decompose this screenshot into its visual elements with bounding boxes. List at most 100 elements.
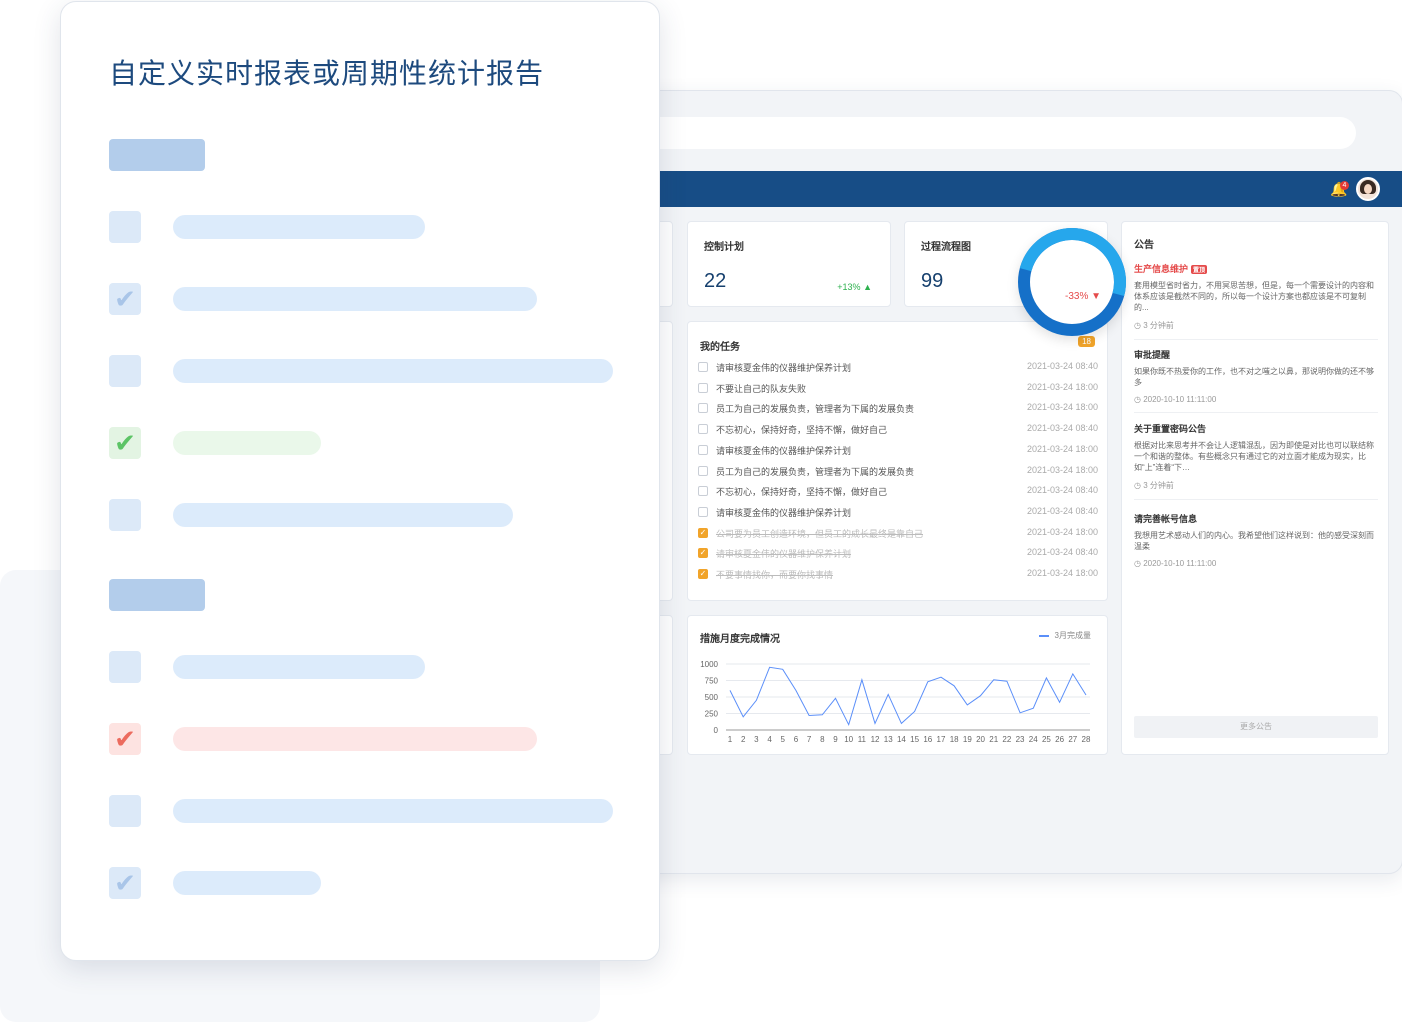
line-chart: 025050075010001 2 3 4 5 6 7 8 9 10 11 12 13 14 15 16 17 1… [700, 660, 1091, 744]
placeholder-bar [173, 799, 613, 823]
x-tick-label: 25 [1042, 735, 1051, 744]
tasks-count-badge: 18 [1078, 336, 1095, 347]
checkbox-empty[interactable] [109, 499, 141, 531]
task-checkbox[interactable] [698, 382, 708, 393]
task-checkbox-checked[interactable]: ✓ [698, 548, 708, 559]
placeholder-bar [173, 431, 321, 455]
task-item[interactable]: ✓ 不要事情找你，而要你找事情 2021-03-24 18:00 [698, 567, 1098, 581]
checkmark-icon[interactable]: ✔ [109, 723, 141, 755]
notice-body: 根据对比来思考并不会让人逻辑混乱，因为即使是对比也可以联结称一个和谐的整体。有些… [1134, 441, 1374, 472]
checkmark-icon[interactable]: ✔ [109, 867, 141, 899]
task-item[interactable]: ✓ 请审核夏金伟的仪器维护保养计划 2021-03-24 08:40 [698, 546, 1098, 560]
x-tick-label: 9 [833, 735, 838, 744]
task-item[interactable]: 不忘初心，保持好奇，坚持不懈，做好自己 2021-03-24 08:40 [698, 484, 1098, 498]
task-checkbox[interactable] [698, 444, 708, 455]
arrow-up-icon: ▲ [863, 282, 872, 292]
task-checkbox-checked[interactable]: ✓ [698, 527, 708, 538]
stat-change-text: +13% [837, 282, 861, 292]
stat-change-down: -33% ▼ [1065, 291, 1101, 302]
notice-title: 审批提醒 [1134, 348, 1378, 361]
notice-time: ◷ 2020-10-10 11:11:00 [1134, 559, 1378, 568]
checklist-title: 自定义实时报表或周期性统计报告 [109, 58, 545, 89]
task-text: 员工为自己的发展负责，管理者为下属的发展负责 [716, 466, 915, 477]
task-checkbox[interactable] [698, 506, 708, 517]
notice-time: ◷ 3 分钟前 [1134, 320, 1378, 331]
task-checkbox[interactable] [698, 403, 708, 414]
task-checkbox[interactable] [698, 424, 708, 435]
x-tick-label: 1 [728, 735, 733, 744]
notice-time-text: 2020-10-10 11:11:00 [1143, 395, 1217, 404]
clock-icon: ◷ [1134, 395, 1144, 404]
task-text: 不要让自己的队友失败 [716, 383, 807, 394]
checkbox-empty[interactable] [109, 211, 141, 243]
task-item[interactable]: 员工为自己的发展负责，管理者为下属的发展负责 2021-03-24 18:00 [698, 401, 1098, 415]
stat-card-control-plan[interactable]: 控制计划 22 +13% ▲ [687, 221, 891, 307]
stat-value: 22 [704, 270, 727, 292]
notice-item[interactable]: 请完善帐号信息我想用艺术感动人们的内心。我希望他们这样说到：他的感受深刻而温柔 ◷… [1134, 512, 1378, 568]
task-item[interactable]: 不要让自己的队友失败 2021-03-24 18:00 [698, 381, 1098, 395]
task-checkbox[interactable] [698, 486, 708, 497]
y-tick-label: 500 [705, 693, 719, 702]
notice-item[interactable]: 生产信息维护 置顶 套用模型省时省力，不用冥思苦想，但是，每一个需要设计的内容和体系… [1134, 262, 1378, 340]
divider [1134, 412, 1378, 413]
placeholder-bar [173, 503, 513, 527]
address-bar[interactable] [601, 117, 1356, 149]
stat-change-text: -33% [1065, 291, 1089, 302]
notification-count: 4 [1340, 181, 1349, 190]
task-date: 2021-03-24 08:40 [1026, 547, 1098, 558]
task-item[interactable]: 请审核夏金伟的仪器维护保养计划 2021-03-24 18:00 [698, 443, 1098, 457]
task-item[interactable]: 员工为自己的发展负责，管理者为下属的发展负责 2021-03-24 18:00 [698, 464, 1098, 478]
task-text: 不忘初心，保持好奇，坚持不懈，做好自己 [716, 425, 888, 436]
notice-item[interactable]: 关于重置密码公告根据对比来思考并不会让人逻辑混乱，因为即使是对比也可以联结称一个… [1134, 422, 1378, 500]
stat-title: 控制计划 [704, 242, 744, 253]
notice-body: 我想用艺术感动人们的内心。我希望他们这样说到：他的感受深刻而温柔 [1134, 531, 1374, 551]
chart-card: 措施月度完成情况 3月完成量 0 250 500 750 1000 1 2 3 4 5 6 7 8 9 10… [687, 615, 1108, 755]
task-item[interactable]: 请审核夏金伟的仪器维护保养计划 2021-03-24 08:40 [698, 505, 1098, 519]
bell-icon[interactable]: 🔔 4 [1329, 179, 1349, 199]
checkbox-empty[interactable] [109, 355, 141, 387]
task-date: 2021-03-24 08:40 [1026, 485, 1098, 496]
x-tick-label: 14 [897, 735, 906, 744]
notice-title: 请完善帐号信息 [1134, 512, 1378, 525]
x-tick-label: 23 [1016, 735, 1025, 744]
notice-title-text: 生产信息维护 [1134, 264, 1189, 274]
x-tick-label: 7 [807, 735, 812, 744]
y-tick-label: 750 [705, 677, 719, 686]
task-date: 2021-03-24 18:00 [1026, 381, 1098, 392]
notices-card: 公告 生产信息维护 置顶 套用模型省时省力，不用冥思苦想，但是，每一个需要设计的内容… [1121, 221, 1389, 755]
task-item[interactable]: 请审核夏金伟的仪器维护保养计划 2021-03-24 08:40 [698, 360, 1098, 374]
placeholder-bar [173, 655, 425, 679]
task-item[interactable]: ✓ 公司要为员工创造环境，但员工的成长最终是靠自己 2021-03-24 18:00 [698, 526, 1098, 540]
x-tick-label: 2 [741, 735, 746, 744]
task-date: 2021-03-24 08:40 [1026, 505, 1098, 516]
x-tick-label: 12 [871, 735, 880, 744]
notice-item[interactable]: 审批提醒 如果你既不热爱你的工作，也不对之嗤之以鼻，那说明你做的还不够多 ◷ 202… [1134, 348, 1378, 413]
x-tick-label: 11 [858, 735, 867, 744]
checkmark-icon[interactable]: ✔ [109, 427, 141, 459]
x-tick-label: 13 [884, 735, 893, 744]
notice-time-text: 2020-10-10 11:11:00 [1143, 559, 1217, 568]
notices-title: 公告 [1134, 240, 1154, 251]
checkbox-empty[interactable] [109, 795, 141, 827]
tasks-title: 我的任务 [700, 342, 740, 353]
task-date: 2021-03-24 18:00 [1026, 443, 1098, 454]
checkbox-empty[interactable] [109, 651, 141, 683]
divider [1134, 339, 1378, 340]
x-tick-label: 8 [820, 735, 825, 744]
task-checkbox[interactable] [698, 362, 708, 372]
x-tick-label: 26 [1055, 735, 1064, 744]
task-item[interactable]: 不忘初心，保持好奇，坚持不懈，做好自己 2021-03-24 08:40 [698, 422, 1098, 436]
avatar[interactable] [1356, 177, 1380, 201]
task-checkbox-checked[interactable]: ✓ [698, 569, 708, 579]
task-text: 请审核夏金伟的仪器维护保养计划 [716, 507, 852, 518]
placeholder-bar [173, 287, 537, 311]
checkmark-icon[interactable]: ✔ [109, 283, 141, 315]
notice-title-text: 请完善帐号信息 [1134, 514, 1198, 524]
notice-title: 关于重置密码公告 [1134, 422, 1378, 435]
x-tick-label: 19 [963, 735, 972, 744]
task-checkbox[interactable] [698, 465, 708, 476]
x-tick-label: 5 [781, 735, 786, 744]
task-text: 员工为自己的发展负责，管理者为下属的发展负责 [716, 404, 915, 415]
more-notices-button[interactable]: 更多公告 [1134, 716, 1378, 738]
task-date: 2021-03-24 18:00 [1026, 526, 1098, 537]
